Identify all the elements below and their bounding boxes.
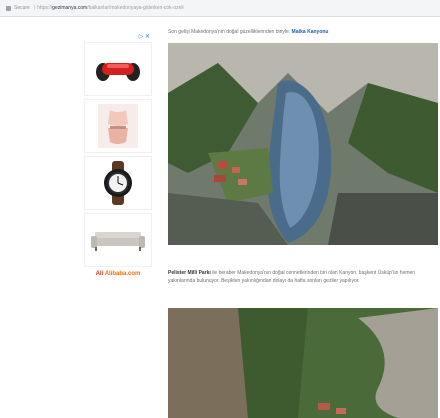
article-intro: Son gelişi Makedonya'nın doğal güzellikl… [168,20,438,38]
alibaba-logo[interactable]: Ali Alibaba.com [84,271,152,277]
ad-product-watch[interactable] [84,156,152,210]
caption-park-name: Pelister Milli Parkı [168,270,211,276]
ad-product-hoverboard[interactable] [84,42,152,96]
sofa-icon [91,232,145,251]
canyon-photo-2-image [168,308,438,418]
lock-icon [6,5,11,11]
hoverboard-icon [96,63,140,81]
secure-label: Secure [14,5,30,11]
url-path: /balkanlar/makedonyaya-giderken-cok-ozel… [87,5,184,11]
intro-link[interactable]: Matka Kanyonu [292,29,329,35]
ad-column: ▷ ✕ Ali Alibaba.com [84,32,152,277]
canyon-photo [168,43,438,245]
canyon-photo-2 [168,308,438,418]
intro-text: Son gelişi Makedonya'nın doğal güzellikl… [168,29,292,35]
photo-caption: Pelister Milli Parkı ile beraber Makedon… [168,269,438,285]
canyon-photo-image [168,43,438,245]
ad-product-sofa[interactable] [84,213,152,267]
url-host: gezimanya.com [52,5,88,11]
ad-product-swimwear[interactable] [84,99,152,153]
wristwatch-icon [104,161,132,205]
separator: | [33,5,36,11]
url-protocol: https:// [37,5,53,11]
address-bar[interactable]: Secure | https:// gezimanya.com /balkanl… [0,0,440,17]
alibaba-logo-text: Alibaba.com [104,271,141,277]
adchoices-icon[interactable]: ▷ ✕ [139,33,150,40]
swimwear-icon [98,104,138,148]
alibaba-logo-mark: Ali [95,271,104,277]
